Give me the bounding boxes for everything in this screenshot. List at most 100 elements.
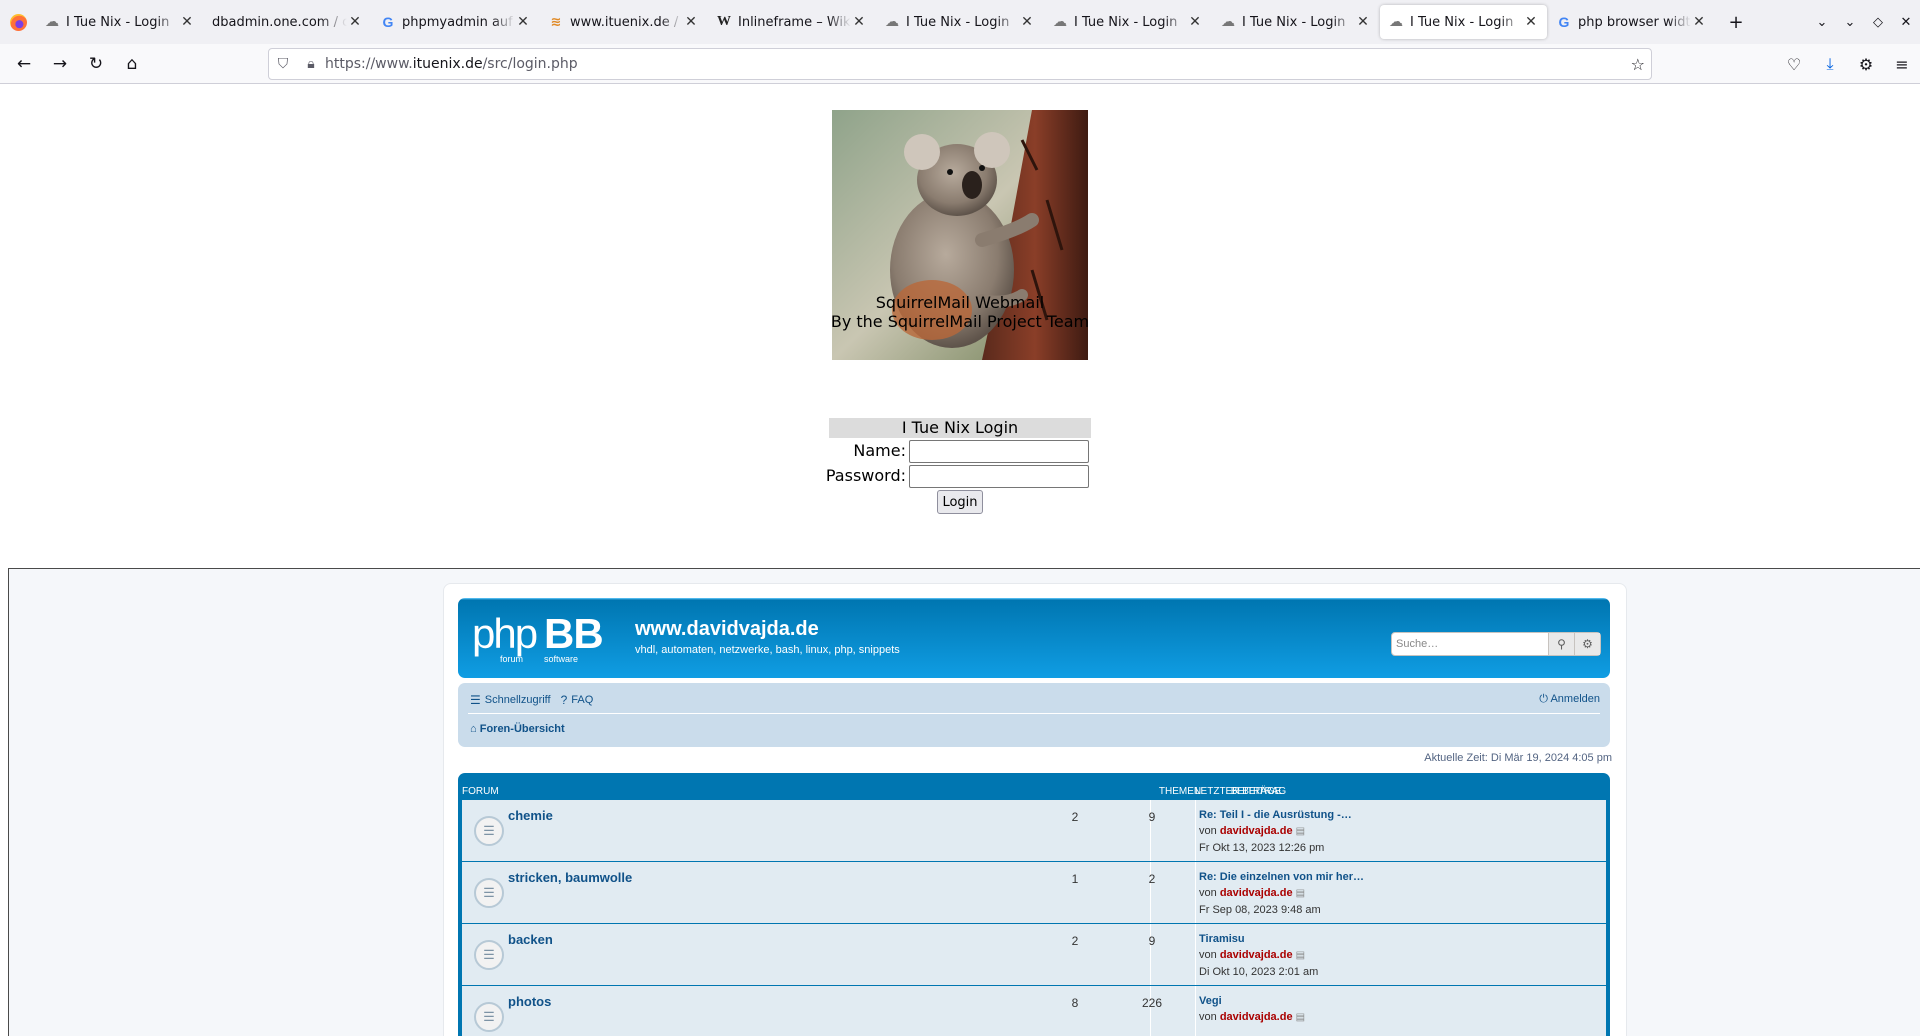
hamburger-icon[interactable]: ☰ [470,693,481,707]
close-tab-icon[interactable]: ✕ [1523,14,1539,30]
url-bar[interactable]: ⛉ 🔒︎ https://www.ituenix.de/src/login.ph… [268,48,1652,80]
url-domain: ituenix.de [412,56,483,72]
site-description: vhdl, automaten, netzwerke, bash, linux,… [635,644,900,656]
forum-list: Forum Themen Beiträge Letzter Beitrag ☰ … [458,773,1610,1036]
tab[interactable]: ≋ www.ituenix.de / ✕ [540,5,707,39]
squirrel-icon: ☁ [1053,14,1067,30]
minimize-icon[interactable]: ⌄ [1836,15,1864,30]
webmail-title: SquirrelMail Webmail [875,293,1045,312]
forum-last-post: Tiramisu von davidvajda.de ▤ Di Okt 10, … [1199,931,1318,980]
close-tab-icon[interactable]: ✕ [1187,14,1203,30]
login-form: I Tue Nix Login Name: Password: Login [826,418,1091,514]
list-tabs-icon[interactable]: ⌄ [1808,15,1836,30]
search-box: Suche… ⚲ ⚙ [1391,632,1601,656]
tab-title: phpmyadmin auf [402,14,513,30]
tab[interactable]: W Inlineframe – Wiki ✕ [708,5,875,39]
close-tab-icon[interactable]: ✕ [179,14,195,30]
reload-icon[interactable]: ↻ [78,48,114,80]
view-latest-post-icon[interactable]: ▤ [1296,950,1305,961]
lock-icon[interactable]: 🔒︎ [297,56,325,72]
close-window-icon[interactable]: ✕ [1892,15,1920,30]
squirrel-icon: ☁ [45,14,59,30]
url-text[interactable]: https://www.ituenix.de/src/login.php [325,56,578,72]
last-post-title[interactable]: Tiramisu [1199,931,1318,947]
tab[interactable]: G phpmyadmin auf ✕ [372,5,539,39]
last-post-author[interactable]: davidvajda.de [1220,825,1293,837]
close-tab-icon[interactable]: ✕ [683,14,699,30]
close-tab-icon[interactable]: ✕ [851,14,867,30]
phpbb-logo[interactable]: php BB forum software [472,610,622,666]
forum-topics-count: 2 [1071,934,1079,948]
url-path: /src/login.php [482,56,578,72]
squirrel-icon: ☁ [885,14,899,30]
tab[interactable]: ☁ I Tue Nix - Login ✕ [876,5,1043,39]
forum-row: ☰ backen 2 9 Tiramisu von davidvajda.de … [462,924,1606,985]
tab[interactable]: ☁ I Tue Nix - Login ✕ [1044,5,1211,39]
view-latest-post-icon[interactable]: ▤ [1296,888,1305,899]
login-button[interactable]: Login [937,490,983,514]
power-icon[interactable]: ⏻ [1539,693,1548,705]
last-post-author[interactable]: davidvajda.de [1220,949,1293,961]
tab[interactable]: ☁ I Tue Nix - Login ✕ [36,5,203,39]
project-team-credit: By the SquirrelMail Project Team [830,312,1090,331]
last-post-author[interactable]: davidvajda.de [1220,1011,1293,1023]
advanced-search-gear-icon[interactable]: ⚙ [1574,633,1600,655]
forum-title[interactable]: chemie [508,808,553,823]
quicklinks-link[interactable]: Schnellzugriff [485,694,551,706]
faq-icon[interactable]: ? [561,693,568,707]
divider [468,713,1600,714]
firefox-menu-icon[interactable] [0,0,36,44]
forum-read-icon: ☰ [474,878,504,908]
last-post-by-prefix: von [1199,825,1217,837]
forum-posts-count: 226 [1141,996,1163,1010]
search-icon[interactable]: ⚲ [1548,633,1574,655]
new-tab-icon[interactable]: + [1716,5,1756,39]
forum-title[interactable]: backen [508,932,553,947]
tab[interactable]: ☁ I Tue Nix - Login ✕ [1212,5,1379,39]
home-icon[interactable]: ⌂ [114,48,150,80]
last-post-title[interactable]: Re: Teil I - die Ausrüstung -… [1199,807,1352,823]
tracking-protection-icon[interactable]: ⛉ [269,56,297,72]
forward-icon[interactable]: → [42,48,78,80]
bookmark-star-icon[interactable]: ☆ [1631,55,1645,74]
url-prefix: https://www. [325,56,413,72]
column-last-post: Letzter Beitrag [1195,786,1287,797]
divider [1150,986,1151,1036]
tab[interactable]: dbadmin.one.com / c ✕ [204,5,371,39]
site-title[interactable]: www.davidvajda.de [635,618,819,641]
view-latest-post-icon[interactable]: ▤ [1296,1012,1305,1023]
search-input[interactable]: Suche… [1392,633,1548,655]
divider [1195,800,1196,861]
close-tab-icon[interactable]: ✕ [1019,14,1035,30]
tab[interactable]: G php browser width ✕ [1548,5,1715,39]
tab-title: I Tue Nix - Login [1074,14,1178,30]
download-icon[interactable]: ⤓ [1812,54,1848,74]
close-tab-icon[interactable]: ✕ [1691,14,1707,30]
wave-icon: ≋ [550,14,562,30]
last-post-title[interactable]: Re: Die einzelnen von mir her… [1199,869,1364,885]
login-link[interactable]: Anmelden [1550,693,1600,705]
restore-icon[interactable]: ◇ [1864,15,1892,30]
menu-icon[interactable]: ≡ [1884,55,1920,74]
close-tab-icon[interactable]: ✕ [515,14,531,30]
faq-link[interactable]: FAQ [571,694,593,706]
last-post-author[interactable]: davidvajda.de [1220,887,1293,899]
breadcrumb-forum-index[interactable]: Foren-Übersicht [480,723,565,735]
home-icon[interactable]: ⌂ [470,723,477,735]
view-latest-post-icon[interactable]: ▤ [1296,826,1305,837]
back-icon[interactable]: ← [6,48,42,80]
last-post-title[interactable]: Vegi [1199,993,1305,1009]
tab-title: php browser width [1578,14,1691,30]
close-tab-icon[interactable]: ✕ [347,14,363,30]
password-input[interactable] [909,465,1089,488]
forum-title[interactable]: photos [508,994,551,1009]
forum-posts-count: 2 [1148,872,1156,886]
tab-active[interactable]: ☁ I Tue Nix - Login ✕ [1380,5,1547,39]
extensions-icon[interactable]: ⚙ [1848,55,1884,74]
forum-row: ☰ stricken, baumwolle 1 2 Re: Die einzel… [462,862,1606,923]
name-input[interactable] [909,440,1089,463]
forum-list-header: Forum Themen Beiträge Letzter Beitrag [462,777,1606,799]
forum-title[interactable]: stricken, baumwolle [508,870,632,885]
close-tab-icon[interactable]: ✕ [1355,14,1371,30]
pocket-icon[interactable]: ♡ [1776,55,1812,74]
